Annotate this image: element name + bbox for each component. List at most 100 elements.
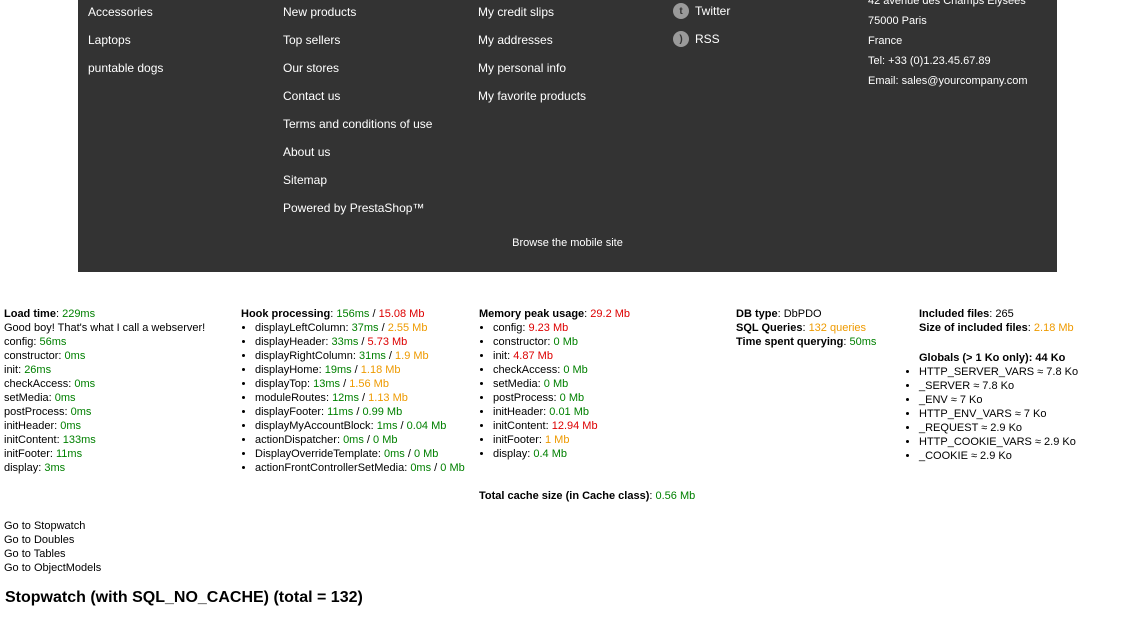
hook-item: displayRightColumn: 31ms / 1.9 Mb (255, 349, 465, 363)
globals-label: Globals (> 1 Ko only): 44 Ko (919, 352, 1066, 364)
hook-item: displayHeader: 33ms / 5.73 Mb (255, 335, 465, 349)
goto-stopwatch-link[interactable]: Go to Stopwatch (4, 519, 101, 533)
hook-list: displayLeftColumn: 37ms / 2.55 Mb displa… (241, 321, 465, 475)
load-item: checkAccess: 0ms (4, 378, 96, 390)
footer-address: 42 avenue des Champs Elysées 75000 Paris… (868, 0, 1028, 91)
load-item: init: 26ms (4, 364, 52, 376)
hook-item: moduleRoutes: 12ms / 1.13 Mb (255, 391, 465, 405)
memory-list: config: 9.23 Mb constructor: 0 Mb init: … (479, 321, 630, 461)
memory-panel: Memory peak usage: 29.2 Mb config: 9.23 … (479, 307, 630, 461)
load-time-value: 229ms (62, 308, 96, 320)
load-item: constructor: 0ms (4, 350, 86, 362)
load-item: initFooter: 11ms (4, 448, 83, 460)
sql-queries-label: SQL Queries (736, 322, 803, 334)
rss-icon: ) (673, 31, 689, 47)
hook-item: actionDispatcher: 0ms / 0 Mb (255, 433, 465, 447)
load-item: postProcess: 0ms (4, 406, 92, 418)
load-time-message: Good boy! That's what I call a webserver… (4, 322, 206, 334)
address-street: 42 avenue des Champs Elysées (868, 0, 1026, 7)
hook-item: displayFooter: 11ms / 0.99 Mb (255, 405, 465, 419)
memory-item: init: 4.87 Mb (493, 349, 630, 363)
db-panel: DB type: DbPDO SQL Queries: 132 queries … (736, 308, 877, 348)
global-item: _REQUEST ≈ 2.9 Ko (919, 421, 1078, 435)
load-time-panel: Load time: 229ms Good boy! That's what I… (4, 308, 206, 474)
globals-panel: HTTP_SERVER_VARS ≈ 7.8 Ko _SERVER ≈ 7.8 … (905, 365, 1078, 463)
twitter-icon: t (673, 3, 689, 19)
db-type-value: DbPDO (783, 308, 822, 320)
load-item: initHeader: 0ms (4, 420, 82, 432)
memory-item: config: 9.23 Mb (493, 321, 630, 335)
footer-link-about-us[interactable]: About us (283, 145, 330, 159)
memory-item: setMedia: 0 Mb (493, 377, 630, 391)
load-item: config: 56ms (4, 336, 67, 348)
hook-item: displayLeftColumn: 37ms / 2.55 Mb (255, 321, 465, 335)
browse-mobile-link[interactable]: Browse the mobile site (78, 237, 1057, 249)
goto-objectmodels-link[interactable]: Go to ObjectModels (4, 561, 101, 575)
hook-item: displayMyAccountBlock: 1ms / 0.04 Mb (255, 419, 465, 433)
cache-size-value: 0.56 Mb (655, 490, 696, 502)
globals-list: HTTP_SERVER_VARS ≈ 7.8 Ko _SERVER ≈ 7.8 … (905, 365, 1078, 463)
query-time-label: Time spent querying (736, 336, 844, 348)
hook-item: actionFrontControllerSetMedia: 0ms / 0 M… (255, 461, 465, 475)
files-panel: Included files: 265 Size of included fil… (919, 308, 1074, 364)
address-country: France (868, 35, 903, 47)
address-phone: Tel: +33 (0)1.23.45.67.89 (868, 55, 991, 67)
included-size-label: Size of included files (919, 322, 1028, 334)
footer-link-twitter[interactable]: t Twitter (673, 3, 730, 19)
cache-size-label: Total cache size (in Cache class) (479, 490, 650, 502)
footer-link-new-products[interactable]: New products (283, 5, 356, 19)
global-item: HTTP_SERVER_VARS ≈ 7.8 Ko (919, 365, 1078, 379)
hook-processing-label: Hook processing (241, 308, 331, 320)
footer-link-favorite-products[interactable]: My favorite products (478, 89, 586, 103)
memory-item: checkAccess: 0 Mb (493, 363, 630, 377)
hook-item: DisplayOverrideTemplate: 0ms / 0 Mb (255, 447, 465, 461)
global-item: _COOKIE ≈ 2.9 Ko (919, 449, 1078, 463)
footer-link-sitemap[interactable]: Sitemap (283, 173, 327, 187)
twitter-label: Twitter (695, 4, 731, 18)
address-city: 75000 Paris (868, 15, 927, 27)
load-item: initContent: 133ms (4, 434, 96, 446)
footer-link-laptops[interactable]: Laptops (88, 33, 131, 47)
footer: Accessories Laptops puntable dogs New pr… (78, 0, 1057, 272)
memory-label: Memory peak usage (479, 308, 585, 320)
footer-link-our-stores[interactable]: Our stores (283, 61, 339, 75)
memory-item: postProcess: 0 Mb (493, 391, 630, 405)
included-files-label: Included files (919, 308, 990, 320)
query-time-value: 50ms (849, 336, 877, 348)
global-item: HTTP_COOKIE_VARS ≈ 2.9 Ko (919, 435, 1078, 449)
footer-link-addresses[interactable]: My addresses (478, 33, 553, 47)
memory-item: initHeader: 0.01 Mb (493, 405, 630, 419)
goto-doubles-link[interactable]: Go to Doubles (4, 533, 101, 547)
footer-link-top-sellers[interactable]: Top sellers (283, 33, 340, 47)
memory-item: display: 0.4 Mb (493, 447, 630, 461)
footer-link-powered-by[interactable]: Powered by PrestaShop™ (283, 201, 424, 215)
global-item: _ENV ≈ 7 Ko (919, 393, 1078, 407)
rss-label: RSS (695, 32, 720, 46)
included-files-value: 265 (995, 308, 1014, 320)
memory-item: constructor: 0 Mb (493, 335, 630, 349)
included-size-value: 2.18 Mb (1033, 322, 1074, 334)
footer-link-terms[interactable]: Terms and conditions of use (283, 117, 432, 131)
goto-tables-link[interactable]: Go to Tables (4, 547, 101, 561)
hook-item: displayHome: 19ms / 1.18 Mb (255, 363, 465, 377)
footer-link-accessories[interactable]: Accessories (88, 5, 153, 19)
debug-nav-links: Go to Stopwatch Go to Doubles Go to Tabl… (4, 519, 101, 575)
footer-link-contact-us[interactable]: Contact us (283, 89, 340, 103)
footer-link-credit-slips[interactable]: My credit slips (478, 5, 554, 19)
db-type-label: DB type (736, 308, 778, 320)
load-item: setMedia: 0ms (4, 392, 76, 404)
hook-processing-panel: Hook processing: 156ms / 15.08 Mb displa… (241, 307, 465, 475)
global-item: HTTP_ENV_VARS ≈ 7 Ko (919, 407, 1078, 421)
footer-link-personal-info[interactable]: My personal info (478, 61, 566, 75)
memory-item: initFooter: 1 Mb (493, 433, 630, 447)
sql-queries-value: 132 queries (808, 322, 867, 334)
load-time-label: Load time (4, 308, 56, 320)
footer-link-rss[interactable]: ) RSS (673, 31, 720, 47)
hook-item: displayTop: 13ms / 1.56 Mb (255, 377, 465, 391)
footer-link-puntable-dogs[interactable]: puntable dogs (88, 61, 163, 75)
memory-item: initContent: 12.94 Mb (493, 419, 630, 433)
address-email: Email: sales@yourcompany.com (868, 75, 1028, 87)
cache-size: Total cache size (in Cache class): 0.56 … (479, 490, 696, 502)
stopwatch-title: Stopwatch (with SQL_NO_CACHE) (total = 1… (5, 589, 363, 606)
global-item: _SERVER ≈ 7.8 Ko (919, 379, 1078, 393)
